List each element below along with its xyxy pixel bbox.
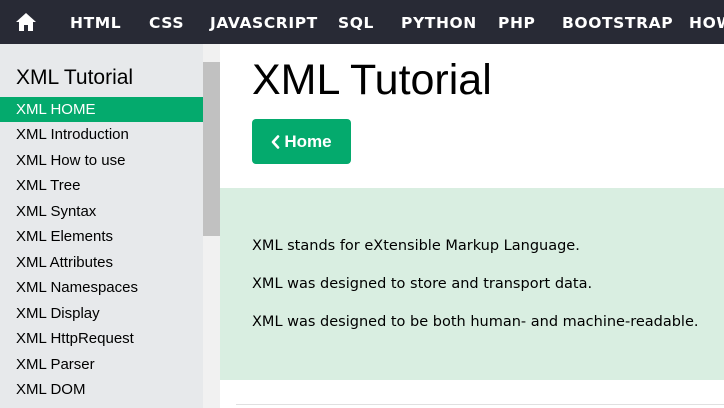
sidebar-item-xml-attributes[interactable]: XML Attributes: [0, 250, 203, 275]
nav-css[interactable]: CSS: [149, 0, 184, 44]
nav-sql[interactable]: SQL: [338, 0, 374, 44]
sidebar: XML Tutorial XML HOME XML Introduction X…: [0, 44, 204, 408]
sidebar-item-xml-namespaces[interactable]: XML Namespaces: [0, 275, 203, 300]
nav-html[interactable]: HTML: [70, 0, 121, 44]
intro-line: XML stands for eXtensible Markup Languag…: [252, 238, 580, 254]
chevron-left-icon: [271, 134, 280, 149]
sidebar-scrollbar-thumb[interactable]: [203, 62, 220, 236]
sidebar-item-xml-introduction[interactable]: XML Introduction: [0, 122, 203, 147]
divider: [236, 404, 724, 405]
top-navigation-bar: HTML CSS JAVASCRIPT SQL PYTHON PHP BOOTS…: [0, 0, 724, 44]
sidebar-item-xml-tree[interactable]: XML Tree: [0, 173, 203, 198]
sidebar-item-xml-how-to-use[interactable]: XML How to use: [0, 148, 203, 173]
page-title: XML Tutorial: [252, 56, 492, 104]
nav-php[interactable]: PHP: [498, 0, 536, 44]
home-button-label: Home: [284, 131, 332, 151]
sidebar-item-xml-dom[interactable]: XML DOM: [0, 377, 203, 402]
sidebar-item-xml-httprequest[interactable]: XML HttpRequest: [0, 326, 203, 351]
sidebar-item-xml-parser[interactable]: XML Parser: [0, 352, 203, 377]
nav-bootstrap[interactable]: BOOTSTRAP: [562, 0, 673, 44]
sidebar-item-xml-elements[interactable]: XML Elements: [0, 224, 203, 249]
nav-how[interactable]: HOW: [689, 0, 724, 44]
sidebar-item-xml-display[interactable]: XML Display: [0, 301, 203, 326]
sidebar-item-xml-home[interactable]: XML HOME: [0, 97, 203, 122]
intro-line: XML was designed to store and transport …: [252, 276, 593, 292]
nav-python[interactable]: PYTHON: [401, 0, 477, 44]
home-button[interactable]: Home: [252, 119, 351, 164]
home-icon[interactable]: [0, 0, 52, 44]
sidebar-item-xml-syntax[interactable]: XML Syntax: [0, 199, 203, 224]
intro-line: XML was designed to be both human- and m…: [252, 314, 699, 330]
sidebar-title: XML Tutorial: [16, 66, 134, 89]
nav-javascript[interactable]: JAVASCRIPT: [210, 0, 318, 44]
